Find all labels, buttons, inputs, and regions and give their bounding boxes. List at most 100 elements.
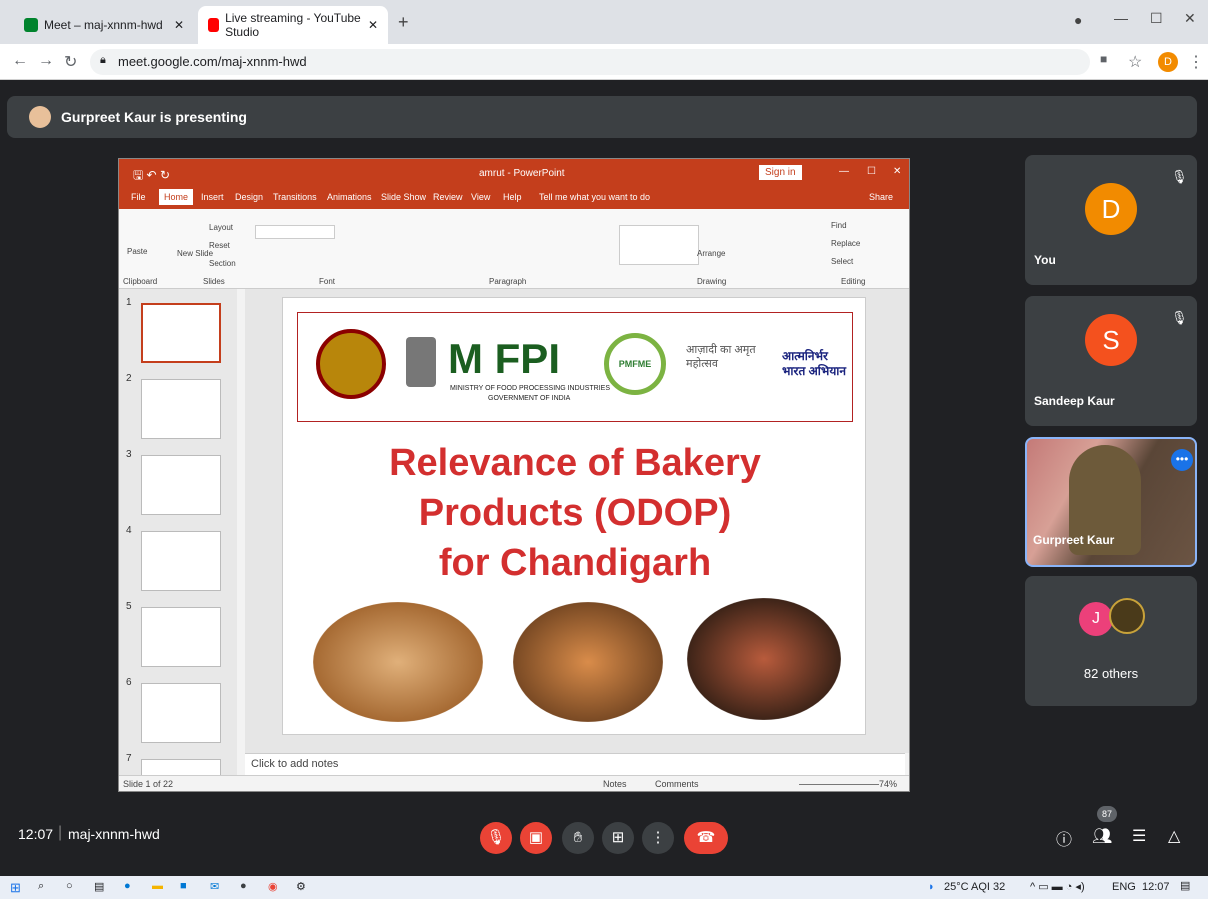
profile-tab-icon[interactable]: ● bbox=[1074, 12, 1082, 28]
layout-button[interactable]: Layout bbox=[209, 223, 233, 232]
slide-title-line-3: for Chandigarh bbox=[438, 542, 712, 584]
share-button[interactable]: Share bbox=[869, 192, 893, 202]
slide-title-line-1: Relevance of Bakery bbox=[389, 442, 761, 484]
avatar bbox=[1109, 598, 1145, 634]
arrange-button[interactable]: Arrange bbox=[697, 249, 725, 258]
leave-call-button[interactable]: ☎︎ bbox=[684, 822, 728, 854]
ribbon-tab-file[interactable]: File bbox=[131, 192, 146, 202]
task-view-icon[interactable]: ▤ bbox=[94, 880, 104, 893]
participant-tile-sandeep[interactable]: S 🎙︎ Sandeep Kaur bbox=[1025, 296, 1197, 426]
raise-hand-button[interactable]: ✋︎ bbox=[562, 822, 594, 854]
slide-thumbnail-2[interactable] bbox=[141, 379, 221, 439]
slide-thumbnail-1[interactable] bbox=[141, 303, 221, 363]
language-indicator[interactable]: ENG bbox=[1112, 881, 1136, 893]
tray-icons[interactable]: ^ ▭ ▬ ◔ ◂) bbox=[1030, 880, 1085, 893]
reload-icon[interactable]: ↻ bbox=[64, 52, 77, 72]
tab-meet[interactable]: Meet – maj-xnnm-hwd ✕ bbox=[14, 6, 194, 44]
chrome-icon[interactable]: ◉ bbox=[268, 880, 278, 893]
ribbon-tab-help[interactable]: Help bbox=[503, 192, 522, 202]
cortana-icon[interactable]: ○ bbox=[66, 880, 73, 892]
ribbon-tab-home[interactable]: Home bbox=[159, 189, 194, 205]
camera-off-button[interactable]: ▣ bbox=[520, 822, 552, 854]
save-icon[interactable]: 🖫︎ ↶ ↻ bbox=[133, 166, 170, 187]
select-button[interactable]: Select bbox=[831, 257, 853, 266]
participant-name: Sandeep Kaur bbox=[1034, 394, 1115, 408]
profile-avatar[interactable]: D bbox=[1158, 52, 1178, 72]
ppt-title-bar: 🖫︎ ↶ ↻ amrut - PowerPoint Sign in — ☐ ✕ bbox=[119, 159, 909, 187]
bookmark-star-icon[interactable]: ☆ bbox=[1128, 52, 1142, 72]
mail-icon[interactable]: ✉︎ bbox=[210, 880, 219, 893]
ribbon-tab-design[interactable]: Design bbox=[235, 192, 263, 202]
ppt-min-button[interactable]: — bbox=[839, 166, 849, 177]
close-window-button[interactable]: ✕ bbox=[1184, 10, 1196, 27]
activities-icon[interactable]: △ bbox=[1168, 826, 1180, 846]
forward-icon[interactable]: → bbox=[38, 52, 54, 70]
current-slide[interactable]: M FPI MINISTRY OF FOOD PROCESSING INDUST… bbox=[282, 297, 866, 735]
edge-icon[interactable]: ● bbox=[124, 880, 131, 892]
ribbon-tab-review[interactable]: Review bbox=[433, 192, 463, 202]
slide-thumbnail-5[interactable] bbox=[141, 607, 221, 667]
participant-tile-you[interactable]: D 🎙︎ You bbox=[1025, 155, 1197, 285]
maximize-button[interactable]: ☐ bbox=[1150, 10, 1163, 27]
ribbon-tab-slideshow[interactable]: Slide Show bbox=[381, 192, 426, 202]
paste-button[interactable]: Paste bbox=[127, 247, 147, 256]
mofpi-logo-text: M FPI bbox=[448, 335, 560, 382]
more-options-button[interactable]: ⋮ bbox=[642, 822, 674, 854]
find-button[interactable]: Find bbox=[831, 221, 847, 230]
ppt-close-button[interactable]: ✕ bbox=[893, 166, 901, 177]
shapes-gallery[interactable] bbox=[619, 225, 699, 265]
people-icon[interactable]: 👥︎ bbox=[1092, 826, 1112, 846]
slide-thumbnail-3[interactable] bbox=[141, 455, 221, 515]
camera-icon[interactable]: ■ bbox=[1100, 52, 1107, 66]
sign-in-button[interactable]: Sign in bbox=[759, 165, 802, 180]
minimize-button[interactable]: — bbox=[1114, 10, 1128, 26]
font-name-box[interactable] bbox=[255, 225, 335, 239]
comments-toggle[interactable]: Comments bbox=[655, 779, 699, 789]
new-tab-button[interactable]: + bbox=[398, 12, 409, 33]
notes-pane[interactable]: Click to add notes bbox=[245, 753, 905, 775]
slide-thumbnails-pane: 1 2 3 4 5 6 7 bbox=[119, 289, 237, 779]
zoom-slider[interactable] bbox=[799, 784, 879, 785]
chat-icon[interactable]: ☰ bbox=[1132, 826, 1146, 846]
back-icon[interactable]: ← bbox=[12, 52, 28, 70]
settings-icon[interactable]: ⚙︎ bbox=[296, 880, 306, 893]
more-options-icon[interactable]: ••• bbox=[1171, 449, 1193, 471]
menu-icon[interactable]: ⋮ bbox=[1188, 52, 1204, 72]
avatar: S bbox=[1085, 314, 1137, 366]
notes-toggle[interactable]: Notes bbox=[603, 779, 627, 789]
tab-close-icon[interactable]: ✕ bbox=[174, 18, 184, 32]
clock[interactable]: 12:07 bbox=[1142, 881, 1170, 893]
url-field[interactable]: 🔒︎ meet.google.com/maj-xnnm-hwd bbox=[90, 49, 1090, 75]
search-icon[interactable]: ⌕ bbox=[38, 880, 44, 893]
replace-button[interactable]: Replace bbox=[831, 239, 860, 248]
weather-text[interactable]: 25°C AQI 32 bbox=[944, 881, 1005, 893]
tab-close-icon[interactable]: ✕ bbox=[368, 18, 378, 32]
ribbon-tab-transitions[interactable]: Transitions bbox=[273, 192, 317, 202]
ribbon-tab-insert[interactable]: Insert bbox=[201, 192, 224, 202]
app-icon[interactable]: ● bbox=[240, 880, 247, 892]
present-button[interactable]: ⊞ bbox=[602, 822, 634, 854]
participant-tile-gurpreet[interactable]: ••• Gurpreet Kaur bbox=[1025, 437, 1197, 567]
meeting-info-icon[interactable]: ⓘ bbox=[1056, 826, 1072, 850]
windows-start-icon[interactable]: ⊞ bbox=[10, 880, 21, 896]
azadi-logo: आज़ादी का अमृत महोत्सव bbox=[686, 344, 756, 370]
slide-thumbnail-6[interactable] bbox=[141, 683, 221, 743]
slide-thumbnail-4[interactable] bbox=[141, 531, 221, 591]
ribbon-tab-view[interactable]: View bbox=[471, 192, 490, 202]
browser-tab-bar: Meet – maj-xnnm-hwd ✕ Live streaming - Y… bbox=[0, 0, 1208, 44]
tab-youtube[interactable]: Live streaming - YouTube Studio ✕ bbox=[198, 6, 388, 44]
notification-icon[interactable]: ▤ bbox=[1180, 879, 1190, 892]
group-paragraph: Paragraph bbox=[489, 277, 527, 286]
thumb-number: 3 bbox=[126, 449, 132, 460]
tell-me-search[interactable]: Tell me what you want to do bbox=[539, 192, 650, 202]
ppt-max-button[interactable]: ☐ bbox=[867, 166, 876, 177]
reset-button[interactable]: Reset bbox=[209, 241, 230, 250]
mic-off-button[interactable]: 🎙︎ bbox=[480, 822, 512, 854]
section-button[interactable]: Section bbox=[209, 259, 236, 268]
file-explorer-icon[interactable]: ▬ bbox=[152, 880, 163, 892]
store-icon[interactable]: ■ bbox=[180, 880, 187, 892]
weather-icon: ◗ bbox=[928, 881, 935, 893]
participant-tile-others[interactable]: J 82 others bbox=[1025, 576, 1197, 706]
new-slide-button[interactable]: New Slide bbox=[177, 249, 213, 258]
ribbon-tab-animations[interactable]: Animations bbox=[327, 192, 372, 202]
